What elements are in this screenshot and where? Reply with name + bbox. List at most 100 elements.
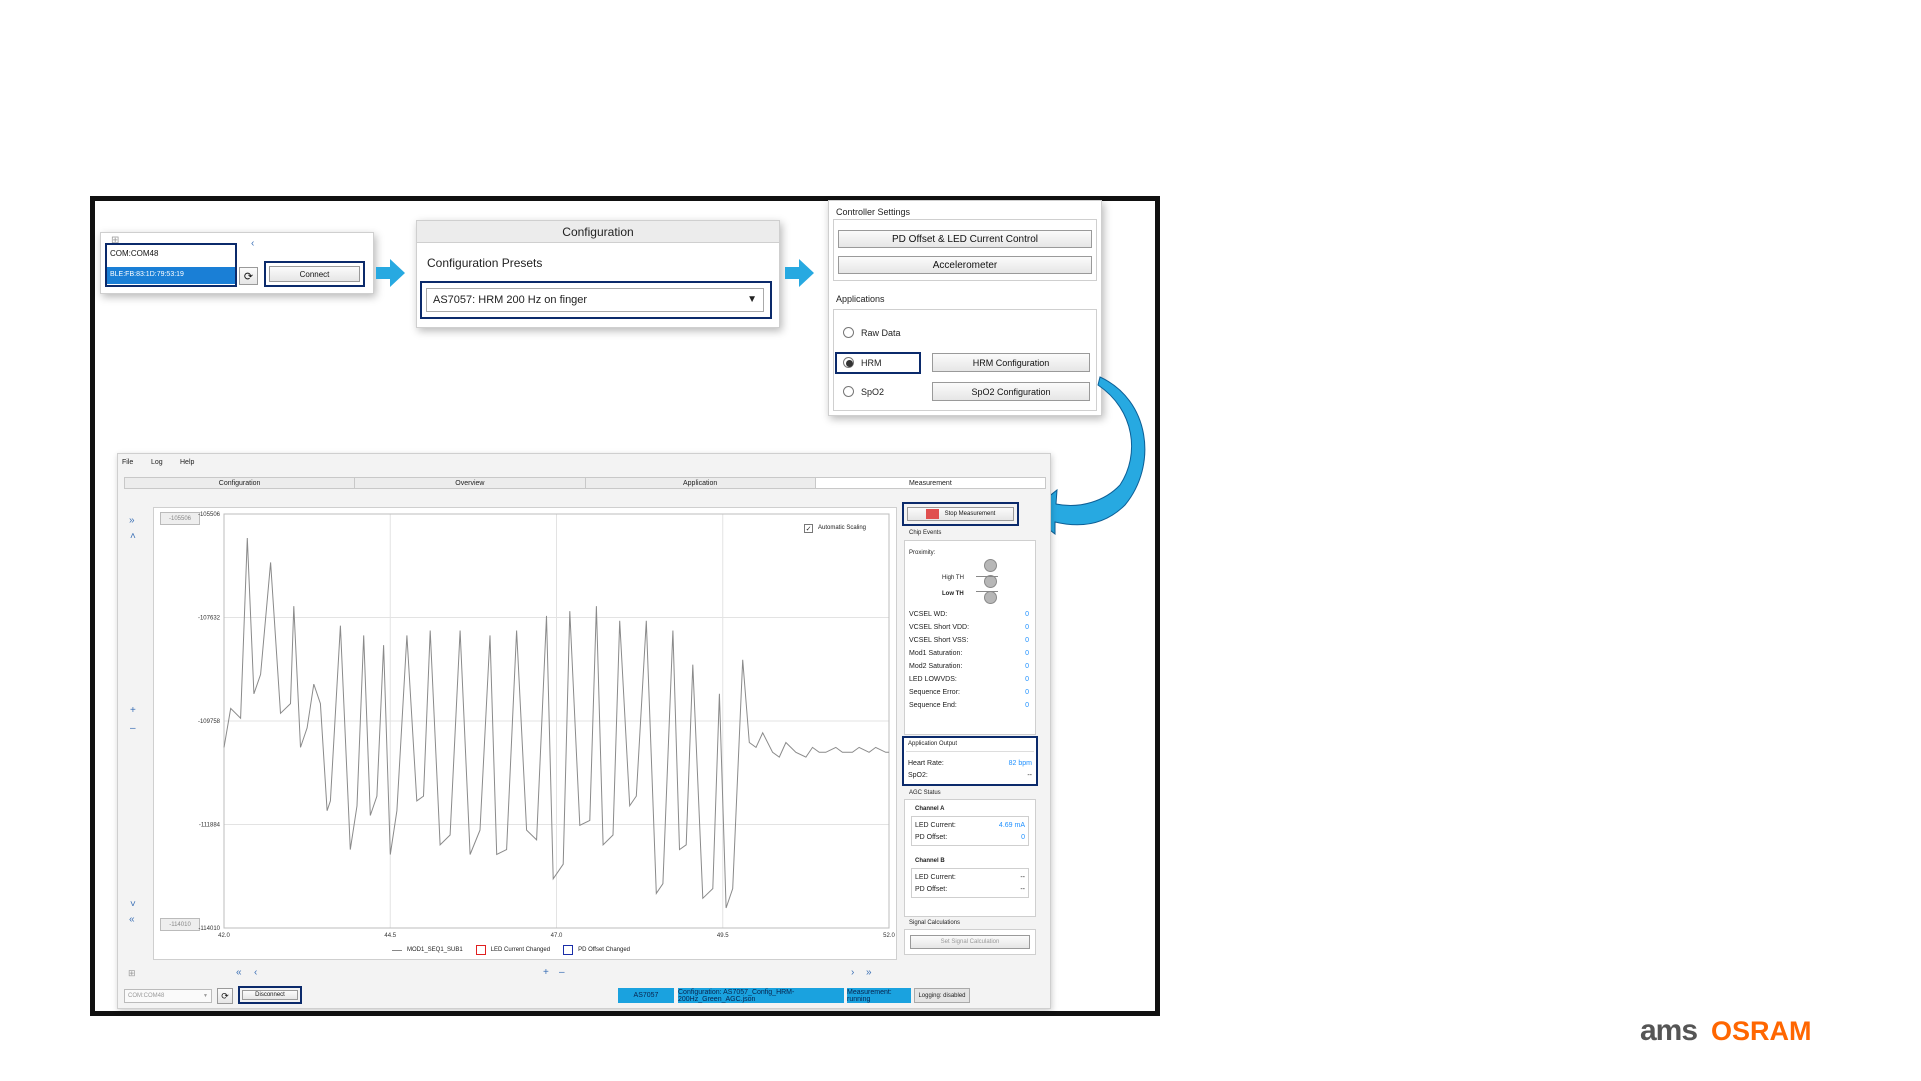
y-tick-label: -111884 — [199, 823, 221, 829]
double-chevron-down-icon[interactable]: « — [129, 915, 135, 925]
zoom-in-icon[interactable]: + — [543, 968, 549, 978]
flag-row: VCSEL Short VDD: 0 — [909, 624, 1029, 637]
flag-row: VCSEL Short VSS: 0 — [909, 637, 1029, 650]
osram-logo-text: OSRAM — [1711, 1016, 1812, 1046]
signal-calculations-title: Signal Calculations — [909, 920, 961, 926]
spo2-radio[interactable] — [843, 386, 854, 397]
channel-b-pd-value: -- — [1020, 886, 1025, 893]
flag-row: Sequence Error: 0 — [909, 689, 1029, 702]
device-item-com[interactable]: COM:COM48 — [110, 249, 158, 258]
flag-label: VCSEL WD: — [909, 611, 948, 618]
refresh-button[interactable]: ⟳ — [239, 267, 258, 285]
led-current-swatch — [475, 945, 486, 955]
ams-logo-text: ams — [1640, 1014, 1698, 1047]
double-chevron-up-icon[interactable]: » — [129, 516, 135, 526]
legend-pd-offset: PD Offset Changed — [578, 947, 630, 953]
chevron-left-icon[interactable]: ‹ — [254, 968, 257, 978]
channel-a-pd-label: PD Offset: — [915, 834, 948, 841]
low-th-line — [976, 591, 998, 592]
refresh-port-button[interactable]: ⟳ — [217, 988, 233, 1004]
applications-title: Applications — [836, 294, 885, 304]
chevron-up-icon[interactable]: ˄ — [130, 532, 136, 542]
flag-row: VCSEL WD: 0 — [909, 611, 1029, 624]
legend-led-current: LED Current Changed — [490, 947, 551, 953]
status-measurement: Measurement: running — [847, 988, 911, 1003]
menu-log[interactable]: Log — [151, 459, 163, 466]
chevron-down-icon[interactable]: ˅ — [130, 900, 136, 910]
device-item-ble[interactable]: BLE:FB:83:1D:79:53:19 — [107, 267, 235, 284]
heart-rate-label: Heart Rate: — [908, 760, 944, 767]
channel-a-led-label: LED Current: — [915, 822, 956, 829]
chevron-right-icon[interactable]: › — [851, 968, 854, 978]
app-window: File Log Help Configuration Overview App… — [117, 453, 1051, 1009]
menu-file[interactable]: File — [122, 459, 133, 466]
configuration-header: Configuration — [417, 221, 779, 243]
preset-select[interactable]: AS7057: HRM 200 Hz on finger ▼ — [426, 288, 764, 312]
flag-value: 0 — [1025, 624, 1029, 631]
flag-label: LED LOWVDS: — [909, 676, 957, 683]
hrm-signal-chart: -105506 -107632 -109758 -111884 -11401042.0 4… — [198, 512, 896, 939]
flow-arrow-icon — [376, 259, 405, 287]
chevron-left-icon[interactable]: ‹ — [251, 239, 254, 249]
flag-label: VCSEL Short VSS: — [909, 637, 969, 644]
tab-configuration[interactable]: Configuration — [125, 478, 356, 488]
stop-measurement-highlight: Stop Measurement — [902, 502, 1019, 526]
accelerometer-button[interactable]: Accelerometer — [838, 256, 1092, 274]
y-tick-label: -107632 — [198, 616, 221, 622]
flag-label: Mod1 Saturation: — [909, 650, 963, 657]
minus-icon[interactable]: – — [130, 724, 136, 734]
x-tick-label: 52.0 — [883, 933, 895, 939]
proximity-lamp-1 — [984, 559, 997, 572]
tab-application[interactable]: Application — [585, 478, 816, 488]
flag-value: 0 — [1025, 663, 1029, 670]
double-chevron-right-icon[interactable]: » — [866, 968, 872, 978]
tab-measurement[interactable]: Measurement — [815, 478, 1045, 488]
hrm-configuration-button[interactable]: HRM Configuration — [932, 353, 1090, 372]
flag-value: 0 — [1025, 611, 1029, 618]
status-configuration: Configuration: AS7057_Config_HRM-200Hz_G… — [678, 988, 844, 1003]
channel-b-led-value: -- — [1020, 874, 1025, 881]
channel-a-led-value: 4.69 mA — [998, 822, 1025, 829]
chip-flags-list: VCSEL WD: 0 VCSEL Short VDD: 0 VCSEL Short… — [909, 611, 1029, 715]
channel-b-title: Channel B — [915, 858, 945, 864]
y-tick-label: -105506 — [198, 512, 221, 518]
tab-overview[interactable]: Overview — [355, 478, 586, 488]
port-dropdown-icon: ▼ — [203, 993, 208, 999]
proximity-lamp-3 — [984, 591, 997, 604]
application-output-group: Application Output Heart Rate: 82 bpm Sp… — [902, 736, 1038, 786]
channel-b-led-label: LED Current: — [915, 874, 956, 881]
channel-b-pd-label: PD Offset: — [915, 886, 948, 893]
flag-value: 0 — [1025, 676, 1029, 683]
pd-offset-led-button[interactable]: PD Offset & LED Current Control — [838, 230, 1092, 248]
connect-button-highlight: Connect — [264, 261, 365, 287]
set-signal-calculation-button[interactable]: Set Signal Calculation — [910, 935, 1030, 949]
disconnect-button[interactable]: Disconnect — [242, 990, 298, 1000]
high-th-label: High TH — [942, 575, 964, 581]
application-output-title: Application Output — [908, 741, 958, 747]
port-select[interactable]: COM:COM48 ▼ — [124, 989, 212, 1003]
flag-value: 0 — [1025, 702, 1029, 709]
x-tick-label: 42.0 — [218, 933, 230, 939]
spo2-value: -- — [1027, 772, 1032, 779]
channel-b-led-row: LED Current: -- — [915, 874, 1025, 881]
double-chevron-left-icon[interactable]: « — [236, 968, 242, 978]
flag-row: Sequence End: 0 — [909, 702, 1029, 715]
connect-button[interactable]: Connect — [269, 266, 360, 282]
zoom-out-icon[interactable]: – — [559, 968, 565, 978]
high-th-line — [976, 576, 998, 577]
agc-status-title: AGC Status — [909, 790, 941, 796]
raw-data-radio[interactable] — [843, 327, 854, 338]
hrm-radio[interactable] — [843, 357, 854, 368]
plus-icon[interactable]: + — [130, 706, 136, 716]
device-list[interactable]: COM:COM48 BLE:FB:83:1D:79:53:19 — [105, 243, 237, 287]
stop-measurement-button[interactable]: Stop Measurement — [907, 507, 1014, 521]
series-line-swatch — [392, 949, 402, 951]
plot-area[interactable]: -105506 -114010 ✓ Automatic Scaling -105… — [153, 507, 897, 960]
x-tick-label: 49.5 — [717, 933, 729, 939]
y-tick-label: -114010 — [198, 926, 220, 932]
raw-data-label: Raw Data — [861, 328, 901, 338]
menu-help[interactable]: Help — [180, 459, 194, 466]
flag-row: Mod2 Saturation: 0 — [909, 663, 1029, 676]
status-logging: Logging: disabled — [914, 988, 970, 1003]
flag-row: LED LOWVDS: 0 — [909, 676, 1029, 689]
